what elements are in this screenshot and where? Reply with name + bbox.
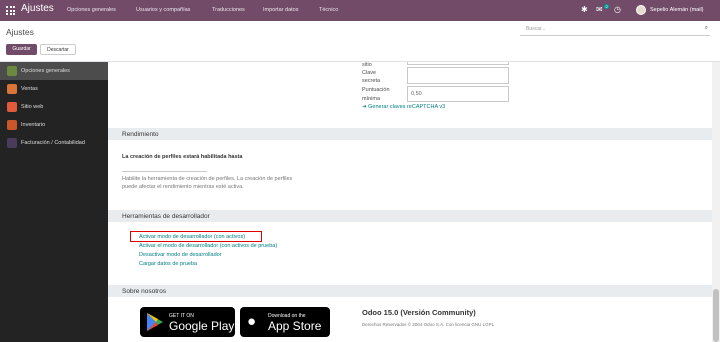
user-avatar[interactable] bbox=[636, 5, 646, 15]
sidebar-item-label: Inventario bbox=[21, 122, 46, 128]
load-demo-data-link[interactable]: Cargar datos de prueba bbox=[139, 261, 197, 267]
recaptcha-label-minima: mínima bbox=[362, 96, 381, 102]
app-store-badge[interactable]: ● Download on the App Store bbox=[240, 307, 330, 337]
sidebar-item-label: Facturación / Contabilidad bbox=[21, 140, 85, 146]
section-rendimiento: Rendimiento bbox=[108, 128, 712, 140]
activate-dev-mode-tests-link[interactable]: Activar el modo de desarrollador (con ac… bbox=[139, 243, 277, 249]
profiling-date-input[interactable] bbox=[122, 163, 207, 172]
section-title: Rendimiento bbox=[122, 131, 159, 138]
sidebar-item-ventas[interactable]: Ventas bbox=[0, 80, 108, 98]
debug-bug-icon[interactable]: ✱ bbox=[581, 5, 588, 14]
search-input[interactable]: Buscar... ⌕ bbox=[520, 24, 710, 36]
search-icon[interactable]: ⌕ bbox=[705, 25, 708, 32]
profiling-help-line-2: puede afectar el rendimiento mientras es… bbox=[122, 184, 244, 190]
recaptcha-label-puntuacion: Puntuación bbox=[362, 87, 390, 93]
settings-content: sitio Clave secreta Puntuación mínima 0,… bbox=[108, 62, 712, 342]
profiling-help-line-1: Habilite la herramienta de creación de p… bbox=[122, 176, 293, 182]
section-sobre-nosotros: Sobre nosotros bbox=[108, 285, 712, 297]
section-title: Sobre nosotros bbox=[122, 288, 167, 295]
apple-icon: ● bbox=[247, 313, 257, 330]
content-scrollbar[interactable] bbox=[712, 62, 720, 342]
highlight-box bbox=[130, 231, 262, 242]
recaptcha-label-secreta: secreta bbox=[362, 78, 381, 84]
inventory-icon bbox=[7, 120, 17, 130]
chat-counter-badge: 2 bbox=[604, 4, 610, 9]
menu-importar-datos[interactable]: Importar datos bbox=[263, 7, 298, 13]
generate-recaptcha-keys-link[interactable]: ➜ Generar claves reCAPTCHA v3 bbox=[362, 104, 445, 110]
scrollbar-thumb[interactable] bbox=[713, 289, 719, 342]
deactivate-dev-mode-link[interactable]: Desactivar modo de desarrollador bbox=[139, 252, 222, 258]
menu-usuarios-companias[interactable]: Usuarios y compañías bbox=[136, 7, 190, 13]
section-title: Herramientas de desarrollador bbox=[122, 213, 210, 220]
menu-traducciones[interactable]: Traducciones bbox=[212, 7, 245, 13]
website-icon bbox=[7, 102, 17, 112]
recaptcha-secret-key-input[interactable] bbox=[407, 67, 509, 84]
min-score-value: 0,50 bbox=[411, 91, 422, 97]
sidebar-item-label: Ventas bbox=[21, 86, 38, 92]
recaptcha-label-site: sitio bbox=[362, 62, 372, 68]
sidebar-item-sitio-web[interactable]: Sitio web bbox=[0, 98, 108, 116]
sidebar-item-label: Opciones generales bbox=[21, 68, 70, 74]
user-menu[interactable]: Sepelio Alemán (mail) bbox=[650, 7, 704, 13]
google-play-icon bbox=[147, 313, 163, 331]
sidebar-item-label: Sitio web bbox=[21, 104, 44, 110]
settings-sidebar: Opciones generales Ventas Sitio web Inve… bbox=[0, 62, 108, 342]
chat-icon[interactable]: ✉ bbox=[596, 5, 603, 14]
invoicing-icon bbox=[7, 138, 17, 148]
sidebar-item-inventario[interactable]: Inventario bbox=[0, 116, 108, 134]
recaptcha-min-score-input[interactable]: 0,50 bbox=[407, 86, 509, 102]
profiling-option-title: La creación de perfiles estará habilitad… bbox=[122, 154, 243, 160]
activity-clock-icon[interactable]: ◷ bbox=[614, 5, 621, 14]
sidebar-item-facturacion[interactable]: Facturación / Contabilidad bbox=[0, 134, 108, 152]
discard-button[interactable]: Descartar bbox=[40, 44, 76, 55]
recaptcha-label-clave: Clave bbox=[362, 70, 377, 76]
google-play-badge[interactable]: GET IT ON Google Play bbox=[140, 307, 235, 337]
sidebar-item-opciones-generales[interactable]: Opciones generales bbox=[0, 62, 108, 80]
google-play-big-text: Google Play bbox=[169, 319, 235, 333]
copyright-text: Derechos Reservados © 2004 Odoo S.A. Con… bbox=[362, 322, 495, 327]
general-settings-icon bbox=[7, 66, 17, 76]
recaptcha-site-key-input[interactable] bbox=[407, 62, 509, 65]
app-store-big-text: App Store bbox=[268, 319, 322, 333]
menu-tecnico[interactable]: Técnico bbox=[319, 7, 338, 13]
top-navbar: Ajustes Opciones generales Usuarios y co… bbox=[0, 0, 720, 21]
breadcrumb: Ajustes bbox=[6, 27, 34, 37]
search-placeholder: Buscar... bbox=[526, 26, 546, 32]
app-brand[interactable]: Ajustes bbox=[21, 3, 54, 14]
menu-opciones-generales[interactable]: Opciones generales bbox=[67, 7, 116, 13]
section-herramientas-desarrollador: Herramientas de desarrollador bbox=[108, 210, 712, 222]
odoo-version: Odoo 15.0 (Versión Community) bbox=[362, 308, 476, 317]
sales-icon bbox=[7, 84, 17, 94]
save-button[interactable]: Guardar bbox=[6, 44, 37, 55]
apps-menu-icon[interactable] bbox=[6, 6, 15, 15]
